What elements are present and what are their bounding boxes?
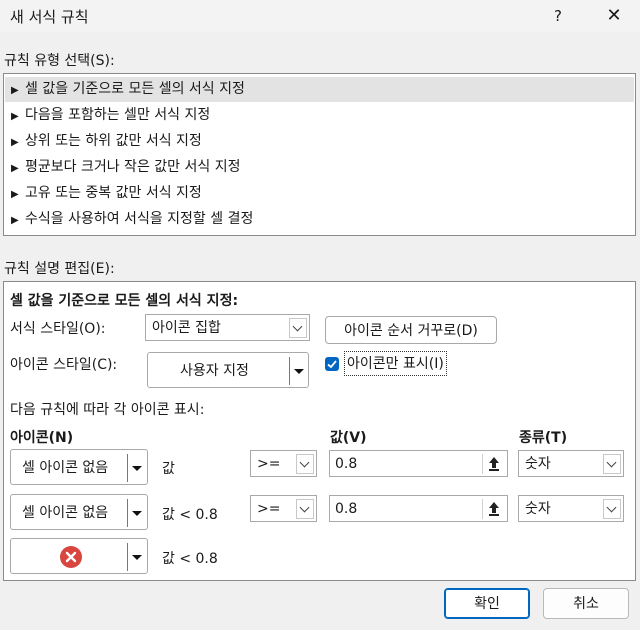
value-input-row-2[interactable]: 0.8 [329,495,508,522]
rule-heading: 셀 값을 기준으로 모든 셀의 서식 지정: [10,293,239,309]
show-icon-only-checkbox[interactable] [325,357,339,371]
expand-triangle-icon: ▶ [11,215,19,226]
condition-text-row-3: 값 < 0.8 [162,551,218,567]
rule-type-label: 규칙 유형 선택(S): [4,53,115,69]
type-select-row-1[interactable]: 숫자 [518,450,624,477]
select-range-icon[interactable] [482,499,505,519]
expand-triangle-icon: ▶ [11,189,19,200]
edit-description-label: 규칙 설명 편집(E): [4,261,115,277]
operator-value: >= [257,456,281,472]
expand-triangle-icon: ▶ [11,85,19,96]
rule-type-list[interactable]: ▶ 셀 값을 기준으로 모든 셀의 서식 지정 ▶ 다음을 포함하는 셀만 서식 지… [3,73,636,236]
rule-type-item[interactable]: ▶ 평균보다 크거나 작은 값만 서식 지정 [5,155,634,180]
icon-select-row-3[interactable] [10,538,148,574]
operator-select-row-2[interactable]: >= [250,495,317,522]
icon-column-header: 아이콘(N) [10,430,74,446]
close-button[interactable]: ✕ [600,4,628,28]
type-value: 숫자 [525,501,551,517]
rule-type-item[interactable]: ▶ 셀 값을 기준으로 모든 셀의 서식 지정 [5,77,634,102]
rule-type-item-label: 고유 또는 중복 값만 서식 지정 [25,185,202,201]
icon-style-value: 사용자 지정 [180,363,249,379]
rule-type-item[interactable]: ▶ 상위 또는 하위 값만 서식 지정 [5,129,634,154]
format-style-select[interactable]: 아이콘 집합 [145,314,310,341]
show-icon-only-label[interactable]: 아이콘만 표시(I) [344,351,447,376]
rule-type-item-label: 상위 또는 하위 값만 서식 지정 [25,133,202,149]
icon-style-label: 아이콘 스타일(C): [10,357,118,373]
icon-style-dropdown[interactable]: 사용자 지정 [147,352,309,388]
format-style-value: 아이콘 집합 [152,320,221,336]
format-style-label: 서식 스타일(O): [10,321,106,337]
operator-value: >= [257,501,281,517]
window-title: 새 서식 규칙 [10,8,89,26]
dropdown-arrow-icon [132,555,142,560]
chevron-down-icon [289,318,307,338]
icon-select-row-1[interactable]: 셀 아이콘 없음 [10,449,148,485]
red-x-circle-icon [60,546,82,568]
expand-triangle-icon: ▶ [11,137,19,148]
condition-text-row-2: 값 < 0.8 [162,507,218,523]
chevron-down-icon [603,454,621,474]
expand-triangle-icon: ▶ [11,111,19,122]
dropdown-arrow-icon [294,369,304,374]
title-bar [0,0,640,32]
chevron-down-icon [296,499,314,519]
rule-type-item[interactable]: ▶ 수식을 사용하여 서식을 지정할 셀 결정 [5,207,634,232]
type-select-row-2[interactable]: 숫자 [518,495,624,522]
chevron-down-icon [296,454,314,474]
rule-type-item[interactable]: ▶ 고유 또는 중복 값만 서식 지정 [5,181,634,206]
value-text: 0.8 [335,501,358,517]
chevron-down-icon [603,499,621,519]
cancel-button[interactable]: 취소 [543,588,629,619]
icon-select-row-2[interactable]: 셀 아이콘 없음 [10,494,148,530]
dropdown-arrow-icon [132,511,142,516]
operator-select-row-1[interactable]: >= [250,450,317,477]
rule-type-item[interactable]: ▶ 다음을 포함하는 셀만 서식 지정 [5,103,634,128]
type-value: 숫자 [525,456,551,472]
value-text: 0.8 [335,456,358,472]
rule-type-item-label: 평균보다 크거나 작은 값만 서식 지정 [25,159,241,175]
condition-text-row-1: 값 [162,461,175,477]
icon-select-value: 셀 아이콘 없음 [22,460,109,476]
icon-select-value: 셀 아이콘 없음 [22,505,109,521]
type-column-header: 종류(T) [519,430,568,446]
rules-intro: 다음 규칙에 따라 각 아이콘 표시: [10,402,205,418]
dropdown-arrow-icon [132,466,142,471]
select-range-icon[interactable] [482,454,505,474]
rule-type-item-label: 수식을 사용하여 서식을 지정할 셀 결정 [25,211,254,227]
ok-button[interactable]: 확인 [444,588,530,619]
rule-type-item-label: 셀 값을 기준으로 모든 셀의 서식 지정 [25,81,245,97]
reverse-icon-order-button[interactable]: 아이콘 순서 거꾸로(D) [325,316,497,344]
rule-type-item-label: 다음을 포함하는 셀만 서식 지정 [25,107,211,123]
expand-triangle-icon: ▶ [11,163,19,174]
checkmark-icon [327,360,337,369]
value-input-row-1[interactable]: 0.8 [329,450,508,477]
help-button[interactable]: ? [548,4,568,28]
value-column-header: 값(V) [330,430,367,446]
